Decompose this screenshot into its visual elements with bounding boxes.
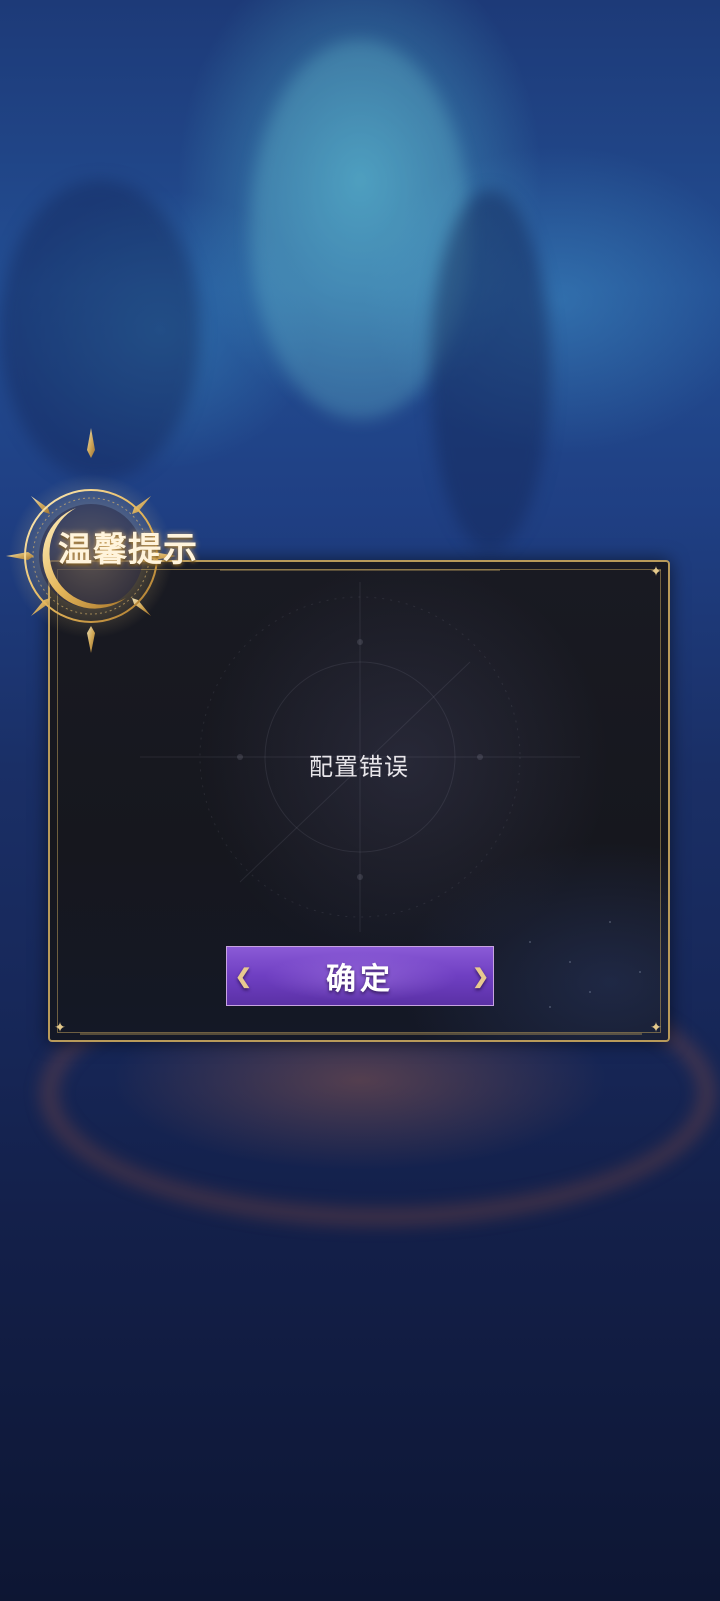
confirm-button-label: 确定 [326,962,394,997]
corner-sparkle-icon: ✦ [54,1020,66,1036]
dialog-title: 温馨提示 [58,530,198,570]
corner-sparkle-icon: ✦ [650,1020,662,1036]
game-screen: ✦ ✦ ✦ 配置错误 ❮ 确定 ❯ 温馨提示 [0,0,720,1601]
gold-filigree-icon: ❮ [235,964,256,988]
background-art-right [430,190,550,550]
confirm-button[interactable]: ❮ 确定 ❯ [226,946,494,1006]
corner-sparkle-icon: ✦ [650,564,662,580]
dialog-message: 配置错误 [309,753,409,781]
gold-filigree-icon: ❯ [472,964,493,988]
